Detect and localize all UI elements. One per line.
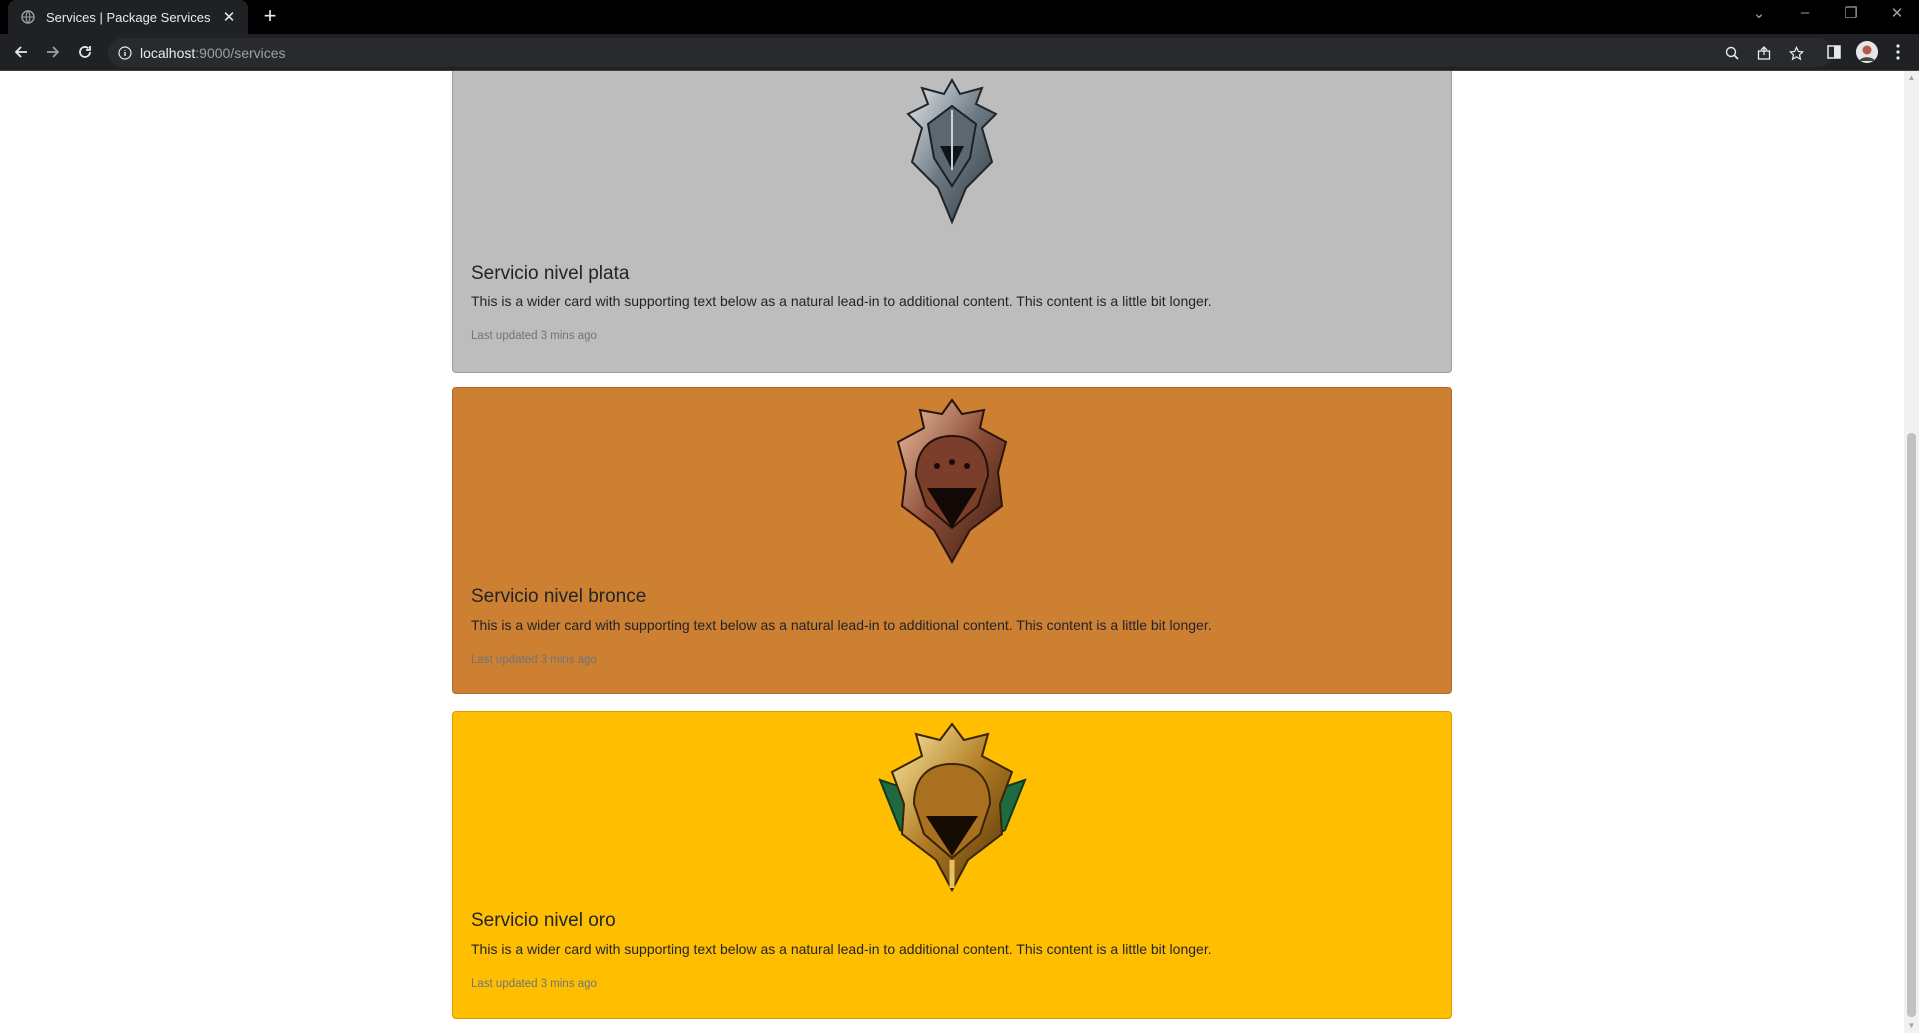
zoom-icon[interactable] — [1722, 43, 1742, 63]
url-path: :9000/services — [195, 44, 286, 61]
browser-tab[interactable]: Services | Package Services ✕ — [8, 0, 248, 34]
arrow-left-icon — [14, 46, 27, 58]
scroll-up-arrow-icon[interactable]: ▲ — [1907, 73, 1916, 83]
address-bar[interactable]: localhost:9000/services — [108, 38, 1833, 67]
forward-button[interactable] — [40, 39, 66, 65]
new-tab-button[interactable]: + — [258, 5, 282, 29]
scroll-thumb[interactable] — [1907, 433, 1916, 1017]
card-title: Servicio nivel bronce — [471, 586, 647, 607]
reload-icon — [79, 46, 91, 58]
page-scrollbar[interactable]: ▲ ▼ — [1904, 71, 1919, 1033]
reload-button[interactable] — [72, 39, 98, 65]
page-viewport: Servicio nivel plata This is a wider car… — [0, 71, 1919, 1033]
minimize-button[interactable]: – — [1793, 4, 1817, 21]
more-menu-icon[interactable] — [1888, 42, 1908, 62]
card-title: Servicio nivel oro — [471, 910, 616, 931]
card-text: This is a wider card with supporting tex… — [471, 293, 1212, 309]
card-updated: Last updated 3 mins ago — [471, 654, 597, 666]
back-button[interactable] — [8, 39, 34, 65]
bookmark-star-icon[interactable] — [1786, 43, 1806, 63]
card-updated: Last updated 3 mins ago — [471, 330, 597, 342]
restore-button[interactable]: ❐ — [1839, 4, 1863, 22]
site-info-icon[interactable] — [118, 45, 132, 60]
silver-emblem-icon — [906, 77, 998, 225]
profile-avatar[interactable] — [1856, 41, 1878, 63]
close-tab-icon[interactable]: ✕ — [220, 8, 238, 26]
arrow-right-icon — [47, 46, 60, 58]
gold-emblem-icon — [877, 722, 1027, 893]
card-updated: Last updated 3 mins ago — [471, 978, 597, 990]
service-card-bronze[interactable]: Servicio nivel bronce This is a wider ca… — [452, 387, 1452, 694]
service-card-silver[interactable]: Servicio nivel plata This is a wider car… — [452, 71, 1452, 373]
globe-icon — [20, 9, 36, 25]
tab-search-icon[interactable]: ⌄ — [1747, 4, 1771, 22]
card-title: Servicio nivel plata — [471, 263, 630, 284]
service-card-gold[interactable]: Servicio nivel oro This is a wider card … — [452, 711, 1452, 1019]
side-panel-icon[interactable] — [1824, 42, 1844, 62]
card-text: This is a wider card with supporting tex… — [471, 941, 1212, 957]
bronze-emblem-icon — [896, 398, 1008, 565]
browser-titlebar: Services | Package Services ✕ + ⌄ – ❐ ✕ — [0, 0, 1919, 34]
tab-title: Services | Package Services — [46, 9, 211, 25]
card-text: This is a wider card with supporting tex… — [471, 617, 1212, 633]
browser-toolbar: localhost:9000/services — [0, 34, 1919, 71]
close-window-button[interactable]: ✕ — [1885, 4, 1909, 22]
url-host: localhost — [140, 44, 196, 61]
share-icon[interactable] — [1754, 43, 1774, 63]
scroll-down-arrow-icon[interactable]: ▼ — [1907, 1021, 1916, 1031]
